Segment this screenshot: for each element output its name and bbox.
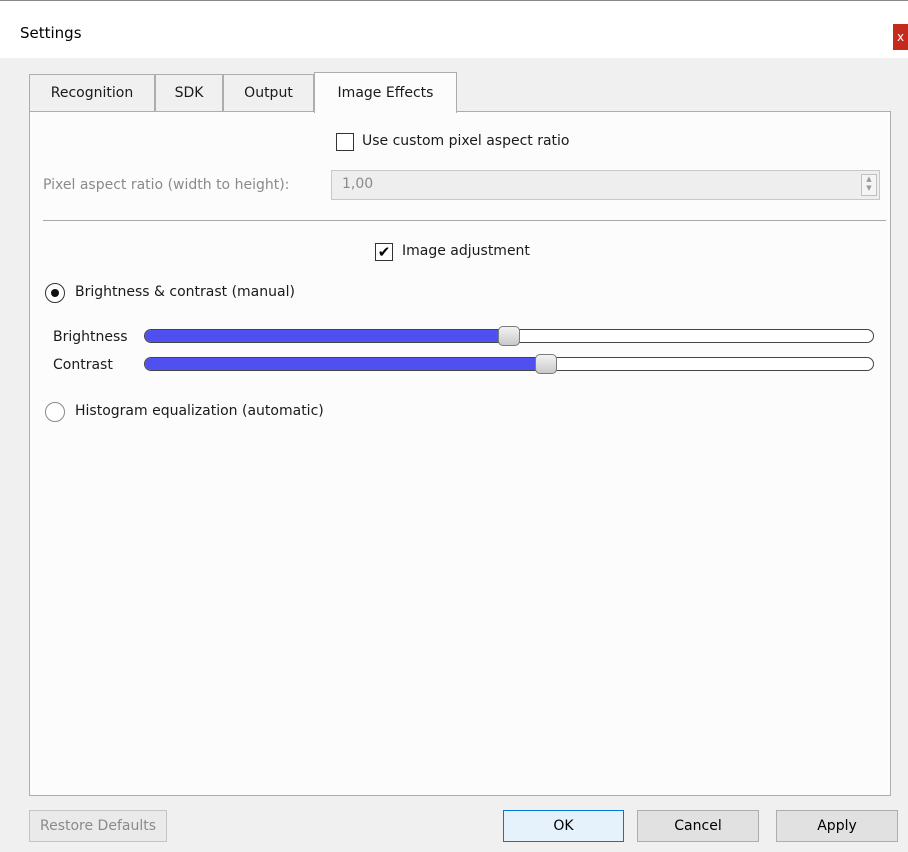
title-bar [0, 0, 908, 58]
restore-defaults-button[interactable]: Restore Defaults [29, 810, 167, 842]
tab-recognition[interactable]: Recognition [29, 74, 155, 111]
window-title: Settings [20, 24, 82, 42]
custom-aspect-checkbox[interactable] [336, 133, 354, 151]
ok-button[interactable]: OK [503, 810, 624, 842]
histogram-radio[interactable] [45, 402, 65, 422]
contrast-slider-handle[interactable] [534, 354, 557, 374]
brightness-contrast-radio[interactable] [45, 283, 65, 303]
pixel-aspect-label: Pixel aspect ratio (width to height): [43, 177, 290, 193]
tab-output[interactable]: Output [223, 74, 314, 111]
image-effects-panel [29, 111, 891, 796]
histogram-label: Histogram equalization (automatic) [75, 403, 324, 419]
spin-arrows-icon[interactable]: ▲ ▼ [861, 174, 877, 196]
section-divider [43, 220, 886, 221]
brightness-label: Brightness [53, 329, 128, 345]
close-button[interactable]: x [893, 24, 908, 50]
apply-button[interactable]: Apply [776, 810, 898, 842]
cancel-button[interactable]: Cancel [637, 810, 759, 842]
image-adjustment-label: Image adjustment [402, 243, 530, 259]
contrast-slider-fill [145, 358, 547, 370]
brightness-slider-fill [145, 330, 510, 342]
image-adjustment-checkbox[interactable]: ✔ [375, 243, 393, 261]
radio-selected-dot [51, 289, 59, 297]
brightness-contrast-label: Brightness & contrast (manual) [75, 284, 295, 300]
pixel-aspect-spinbox[interactable]: 1,00 ▲ ▼ [331, 170, 880, 200]
brightness-slider-handle[interactable] [498, 326, 520, 346]
custom-aspect-label: Use custom pixel aspect ratio [362, 133, 570, 149]
tab-sdk[interactable]: SDK [155, 74, 223, 111]
contrast-slider-track[interactable] [144, 357, 874, 371]
pixel-aspect-value: 1,00 [342, 176, 374, 192]
tab-image-effects[interactable]: Image Effects [314, 72, 457, 113]
contrast-label: Contrast [53, 357, 113, 373]
